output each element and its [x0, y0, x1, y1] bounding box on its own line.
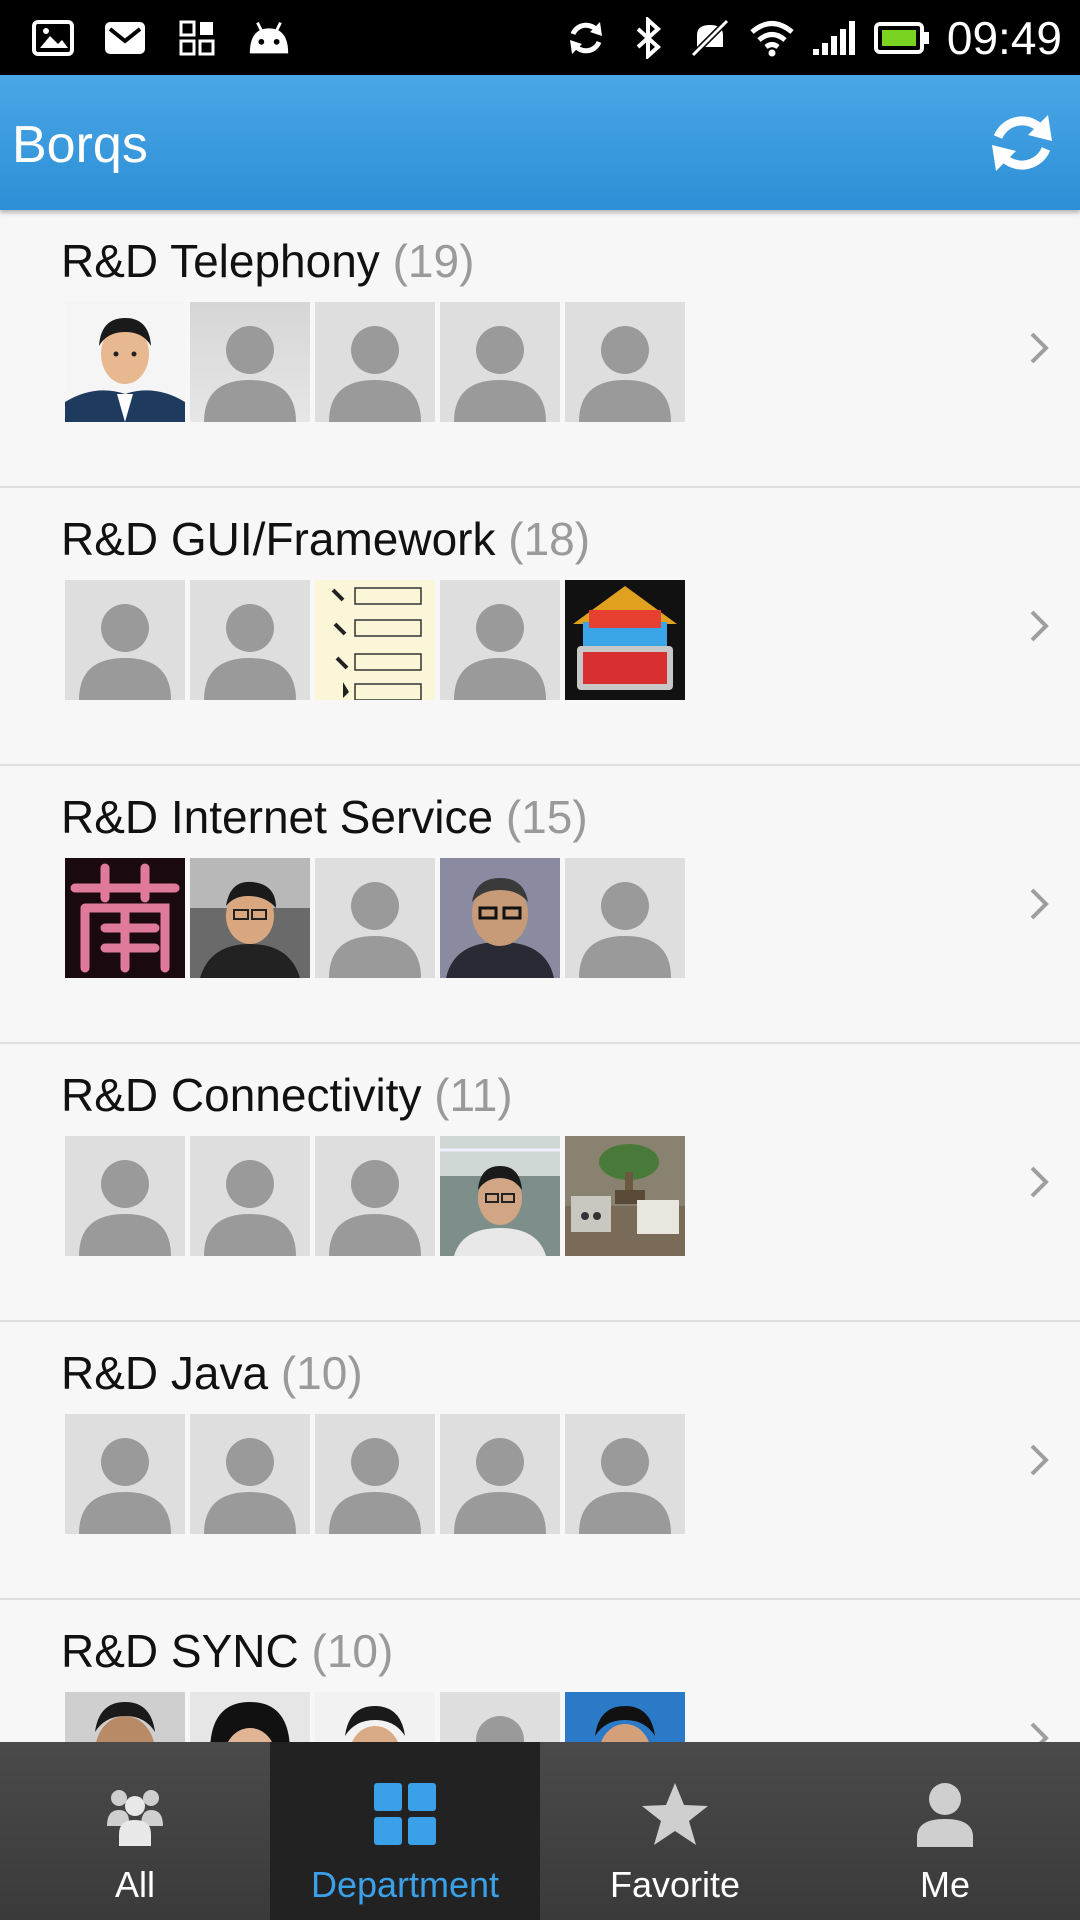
chevron-right-icon [1020, 1708, 1060, 1742]
department-name: R&D Connectivity (11) [61, 1069, 513, 1121]
department-list[interactable]: R&D Telephony (19) R&D GUI/Framework (18… [0, 210, 1080, 1742]
refresh-button[interactable] [984, 105, 1060, 181]
member-count: (10) [311, 1625, 394, 1677]
bluetooth-icon [625, 15, 671, 61]
department-name: R&D SYNC (10) [61, 1625, 394, 1677]
tab-label: All [114, 1864, 155, 1905]
wifi-icon [749, 15, 795, 61]
member-count: (18) [508, 513, 591, 565]
avatar [65, 858, 185, 978]
star-icon [540, 1774, 810, 1854]
member-count: (10) [280, 1347, 363, 1399]
tab-label: Favorite [609, 1864, 741, 1905]
avatar [65, 1136, 185, 1256]
apps-icon [174, 15, 220, 61]
avatar [65, 302, 185, 422]
department-row[interactable]: R&D GUI/Framework (18) [0, 488, 1080, 766]
member-avatars [65, 580, 685, 700]
avatar [190, 1136, 310, 1256]
tab-favorite[interactable]: Favorite [540, 1742, 810, 1920]
avatar [315, 1136, 435, 1256]
mail-icon [102, 15, 148, 61]
action-bar: Borqs [0, 75, 1080, 210]
avatar [190, 1692, 310, 1742]
group-icon [0, 1774, 270, 1854]
department-row[interactable]: R&D Java (10) [0, 1322, 1080, 1600]
avatar [565, 1692, 685, 1742]
department-row[interactable]: R&D Telephony (19) [0, 210, 1080, 488]
chevron-right-icon [1020, 596, 1060, 656]
avatar [565, 302, 685, 422]
department-name: R&D Java (10) [61, 1347, 363, 1399]
avatar [315, 1692, 435, 1742]
person-icon [810, 1774, 1080, 1854]
chevron-right-icon [1020, 874, 1060, 934]
member-avatars [65, 1692, 685, 1742]
tab-label: Department [310, 1864, 500, 1905]
mute-icon [687, 15, 733, 61]
signal-icon [811, 15, 857, 61]
member-count: (19) [392, 235, 475, 287]
android-icon [246, 15, 292, 61]
status-system-icons: 09:49 [563, 10, 1062, 66]
image-notification-icon [30, 15, 76, 61]
member-avatars [65, 1414, 685, 1534]
status-time: 09:49 [946, 12, 1062, 64]
avatar [565, 1136, 685, 1256]
member-count: (15) [505, 791, 588, 843]
chevron-right-icon [1020, 1152, 1060, 1212]
tab-department[interactable]: Department [270, 1742, 540, 1920]
avatar [190, 1414, 310, 1534]
avatar [65, 1692, 185, 1742]
department-name: R&D Internet Service (15) [61, 791, 588, 843]
avatar [565, 1414, 685, 1534]
member-avatars [65, 858, 685, 978]
avatar [440, 1136, 560, 1256]
avatar [315, 1414, 435, 1534]
avatar [440, 1414, 560, 1534]
member-avatars [65, 302, 685, 422]
status-notification-icons [30, 14, 292, 62]
bottom-navigation: All Department Favorite Me [0, 1742, 1080, 1920]
app-title: Borqs [12, 116, 148, 174]
department-name: R&D GUI/Framework (18) [61, 513, 591, 565]
chevron-right-icon [1020, 318, 1060, 378]
department-name: R&D Telephony (19) [61, 235, 475, 287]
avatar [440, 580, 560, 700]
tab-me[interactable]: Me [810, 1742, 1080, 1920]
avatar [440, 858, 560, 978]
avatar [565, 858, 685, 978]
avatar [65, 580, 185, 700]
member-count: (11) [434, 1069, 513, 1121]
refresh-icon [992, 115, 1052, 171]
member-avatars [65, 1136, 685, 1256]
avatar [65, 1414, 185, 1534]
avatar [315, 858, 435, 978]
avatar [315, 302, 435, 422]
department-row[interactable]: R&D Connectivity (11) [0, 1044, 1080, 1322]
avatar [315, 580, 435, 700]
status-bar: 09:49 [0, 0, 1080, 75]
avatar [190, 580, 310, 700]
grid-icon [270, 1774, 540, 1854]
battery-icon [873, 15, 931, 61]
tab-all[interactable]: All [0, 1742, 270, 1920]
avatar [440, 1692, 560, 1742]
avatar [565, 580, 685, 700]
department-row[interactable]: R&D SYNC (10) [0, 1600, 1080, 1742]
avatar [190, 302, 310, 422]
avatar [440, 302, 560, 422]
sync-icon [563, 15, 609, 61]
department-row[interactable]: R&D Internet Service (15) [0, 766, 1080, 1044]
tab-label: Me [919, 1864, 970, 1905]
avatar [190, 858, 310, 978]
chevron-right-icon [1020, 1430, 1060, 1490]
